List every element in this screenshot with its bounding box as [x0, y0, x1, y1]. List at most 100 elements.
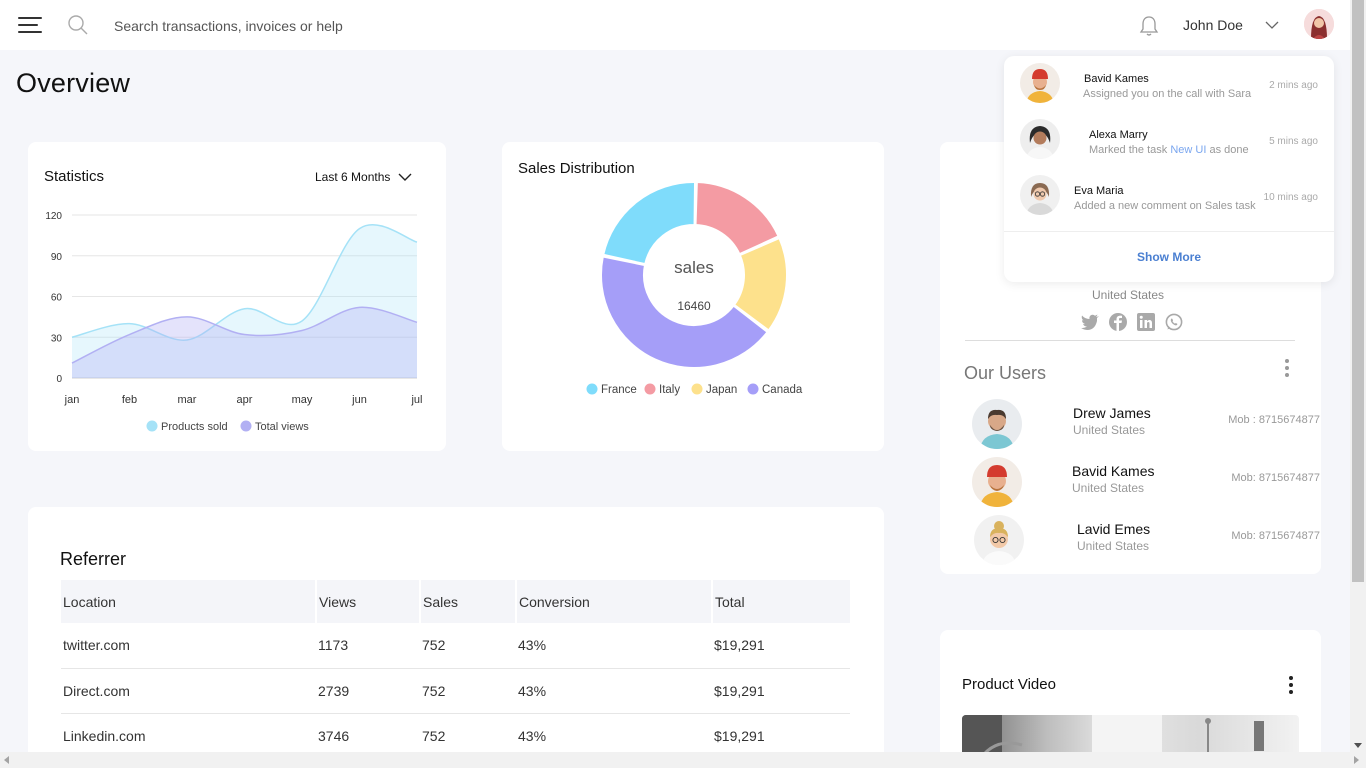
- notification-item[interactable]: Bavid Kames Assigned you on the call wit…: [1004, 59, 1334, 107]
- y-tick-label: 30: [51, 333, 63, 344]
- social-links: [1080, 312, 1184, 332]
- table-row[interactable]: Direct.com 2739 752 43% $19,291: [61, 668, 850, 714]
- legend-label[interactable]: Products sold: [161, 421, 228, 433]
- y-tick-label: 90: [51, 252, 63, 263]
- avatar: [972, 457, 1022, 507]
- message-text: Marked the task: [1089, 144, 1171, 156]
- x-tick-label: jun: [351, 394, 367, 406]
- x-tick-label: feb: [122, 394, 137, 406]
- avatar: [972, 399, 1022, 449]
- top-bar: John Doe: [0, 0, 1350, 50]
- facebook-icon[interactable]: [1108, 312, 1128, 332]
- notification-item[interactable]: Alexa Marry Marked the task New UI as do…: [1004, 115, 1334, 163]
- divider: [1004, 231, 1334, 232]
- legend-label[interactable]: Italy: [659, 384, 680, 396]
- notification-time: 10 mins ago: [1263, 192, 1318, 203]
- sales-distribution-card: Sales Distribution sales 16460 France Italy…: [502, 142, 884, 451]
- table-row[interactable]: twitter.com 1173 752 43% $19,291: [61, 623, 850, 669]
- table-header-row: Location Views Sales Conversion Total: [61, 580, 850, 623]
- user-name: Bavid Kames: [1072, 463, 1155, 479]
- x-tick-label: apr: [237, 394, 253, 406]
- show-more-button[interactable]: Show More: [1004, 250, 1334, 264]
- y-tick-label: 120: [45, 211, 62, 222]
- legend-swatch: [586, 383, 598, 395]
- user-name: Lavid Emes: [1077, 521, 1151, 537]
- page-title: Overview: [16, 68, 131, 98]
- notification-item[interactable]: Eva Maria Added a new comment on Sales t…: [1004, 171, 1334, 219]
- horizontal-scrollbar[interactable]: [0, 752, 1366, 768]
- user-mobile: Mob: 8715674877: [1231, 530, 1320, 542]
- users-more-icon[interactable]: [1285, 359, 1289, 377]
- legend-swatch: [691, 383, 703, 395]
- video-more-icon[interactable]: [1289, 676, 1293, 694]
- legend-swatch: [747, 383, 759, 395]
- legend-label[interactable]: Total views: [255, 421, 309, 433]
- notification-message: Added a new comment on Sales task: [1074, 200, 1256, 212]
- scroll-down-icon[interactable]: [1354, 743, 1362, 748]
- table-cell: 752: [420, 668, 516, 714]
- user-country: United States: [1077, 539, 1150, 553]
- x-tick-label: jul: [410, 394, 422, 406]
- table-cell: Direct.com: [61, 668, 316, 714]
- product-video-title: Product Video: [962, 676, 1056, 693]
- table-cell: 43%: [516, 623, 712, 669]
- column-header[interactable]: Views: [316, 580, 421, 623]
- sales-chart: sales 16460 France Italy Japan Canada: [586, 181, 803, 396]
- table-cell: $19,291: [712, 623, 850, 669]
- whatsapp-icon[interactable]: [1164, 312, 1184, 332]
- message-link[interactable]: New UI: [1170, 144, 1206, 156]
- donut-center-label: sales: [674, 258, 714, 277]
- notification-message: Marked the task New UI as done: [1089, 144, 1249, 156]
- notification-time: 5 mins ago: [1269, 136, 1318, 147]
- avatar: [1020, 175, 1060, 215]
- search-input[interactable]: [104, 12, 604, 40]
- statistics-card: Statistics Last 6 Months 120 90 60 30 0 jan fe…: [28, 142, 446, 451]
- user-mobile: Mob: 8715674877: [1231, 472, 1320, 484]
- notification-time: 2 mins ago: [1269, 80, 1318, 91]
- profile-country: United States: [1092, 288, 1165, 302]
- scrollbar-thumb[interactable]: [1352, 0, 1364, 582]
- user-country: United States: [1072, 481, 1145, 495]
- chevron-down-icon[interactable]: [1265, 20, 1279, 30]
- notification-name: Eva Maria: [1074, 185, 1124, 197]
- table-cell: 752: [420, 623, 516, 669]
- user-row[interactable]: Lavid Emes United States Mob: 8715674877: [972, 515, 1320, 567]
- user-mobile: Mob : 8715674877: [1228, 414, 1320, 426]
- legend-swatch: [644, 383, 656, 395]
- notifications-dropdown: Bavid Kames Assigned you on the call wit…: [1004, 56, 1334, 282]
- referrer-card: Referrer Location Views Sales Conversion…: [28, 507, 884, 767]
- legend-label[interactable]: Japan: [706, 384, 737, 396]
- avatar: [1020, 63, 1060, 103]
- twitter-icon[interactable]: [1080, 312, 1100, 332]
- notification-message: Assigned you on the call with Sara: [1083, 88, 1252, 100]
- column-header[interactable]: Total: [712, 580, 850, 623]
- menu-icon[interactable]: [18, 17, 42, 33]
- user-country: United States: [1073, 423, 1146, 437]
- column-header[interactable]: Location: [61, 580, 317, 623]
- our-users-title: Our Users: [964, 363, 1047, 383]
- table-cell: twitter.com: [61, 623, 316, 669]
- legend-label[interactable]: France: [601, 384, 637, 396]
- linkedin-icon[interactable]: [1136, 312, 1156, 332]
- pie-slice-france[interactable]: [602, 181, 697, 266]
- avatar[interactable]: [1304, 9, 1334, 39]
- column-header[interactable]: Sales: [420, 580, 517, 623]
- y-tick-label: 0: [56, 374, 62, 385]
- user-name[interactable]: John Doe: [1183, 17, 1243, 33]
- table-cell: 1173: [316, 623, 420, 669]
- vertical-scrollbar[interactable]: [1350, 0, 1366, 752]
- table-cell: 43%: [516, 668, 712, 714]
- user-row[interactable]: Bavid Kames United States Mob: 871567487…: [972, 457, 1320, 509]
- user-row[interactable]: Drew James United States Mob : 871567487…: [972, 399, 1320, 451]
- bell-icon[interactable]: [1139, 15, 1159, 37]
- referrer-table: Location Views Sales Conversion Total tw…: [61, 580, 850, 759]
- column-header[interactable]: Conversion: [516, 580, 713, 623]
- legend-label[interactable]: Canada: [762, 384, 803, 396]
- search-icon[interactable]: [68, 15, 88, 35]
- table-cell: $19,291: [712, 668, 850, 714]
- table-cell: 2739: [316, 668, 420, 714]
- x-tick-label: mar: [178, 394, 197, 406]
- scroll-right-icon[interactable]: [1354, 756, 1359, 764]
- scroll-left-icon[interactable]: [4, 756, 9, 764]
- referrer-title: Referrer: [60, 549, 127, 569]
